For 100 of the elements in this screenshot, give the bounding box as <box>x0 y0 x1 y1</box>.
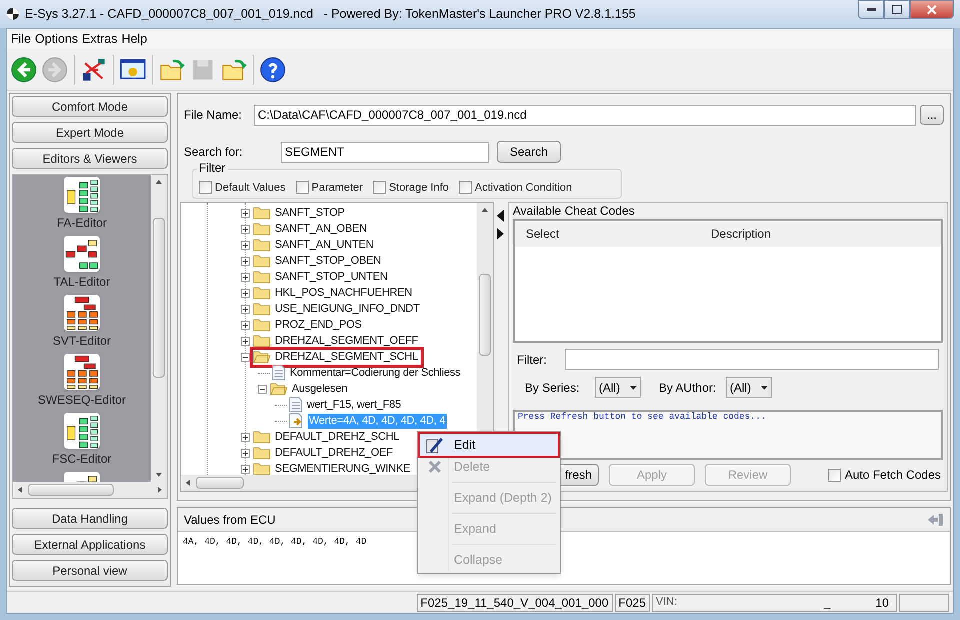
vin-value: _ <box>824 594 831 612</box>
scroll-left-arrow[interactable] <box>184 479 192 487</box>
scroll-right-arrow[interactable] <box>156 486 164 494</box>
scroll-left-arrow[interactable] <box>16 486 24 494</box>
editor-icon[interactable] <box>64 413 100 449</box>
minimize-button[interactable] <box>858 0 884 19</box>
browse-button[interactable]: ... <box>920 105 944 125</box>
tree-item[interactable]: DREHZAL_SEGMENT_OEFF <box>274 334 420 348</box>
tree-item[interactable]: USE_NEIGUNG_INFO_DNDT <box>274 302 421 316</box>
tree-item[interactable]: SEGMENTIERUNG_WINKE <box>274 462 412 475</box>
column-header[interactable]: Description <box>711 225 772 243</box>
editor-icon[interactable] <box>64 177 100 213</box>
menu-item[interactable]: Extras <box>80 30 120 48</box>
tree-item[interactable]: SANFT_AN_UNTEN <box>274 238 375 252</box>
menu-item[interactable]: Edit <box>420 434 558 456</box>
scrollbar-thumb[interactable] <box>28 484 114 496</box>
nav-button[interactable]: Personal view <box>12 560 168 581</box>
expand-toggle[interactable] <box>241 432 250 442</box>
expand-toggle[interactable] <box>241 336 250 346</box>
checkbox-label[interactable]: Activation Condition <box>475 180 572 196</box>
checkbox[interactable] <box>828 468 841 482</box>
scroll-up-arrow[interactable] <box>481 206 489 214</box>
series-dropdown[interactable]: (All) <box>595 377 641 398</box>
help-icon[interactable] <box>258 54 288 84</box>
menu-item[interactable]: Help <box>120 30 150 48</box>
scrollbar-thumb[interactable] <box>479 274 491 356</box>
author-dropdown[interactable]: (All) <box>726 377 772 398</box>
editor-label[interactable]: TAL-Editor <box>54 275 110 289</box>
panel-title: Available Cheat Codes <box>513 203 636 219</box>
tree-item[interactable]: DEFAULT_DREHZ_SCHL <box>274 430 401 444</box>
scrollbar-thumb[interactable] <box>196 477 244 489</box>
maximize-button[interactable] <box>884 0 910 19</box>
tree-item[interactable]: Ausgelesen <box>291 382 348 396</box>
collapse-toggle[interactable] <box>241 352 250 362</box>
tree-item[interactable]: HKL_POS_NACHFUEHREN <box>274 286 414 300</box>
expand-toggle[interactable] <box>241 256 250 266</box>
menu-item[interactable]: File <box>9 30 34 48</box>
expand-toggle[interactable] <box>241 224 250 234</box>
field-label: By Series: <box>525 380 581 396</box>
search-button[interactable]: Search <box>497 141 561 163</box>
editor-label[interactable]: SVT-Editor <box>52 334 112 348</box>
tree-item[interactable]: PROZ_END_POS <box>274 318 363 332</box>
editor-label[interactable]: SWESEQ-Editor <box>38 393 126 407</box>
expand-toggle[interactable] <box>241 304 250 314</box>
column-header[interactable]: Select <box>526 225 711 243</box>
vin-count: 10 <box>876 594 889 612</box>
tree-item[interactable]: SANFT_AN_OBEN <box>274 222 368 236</box>
expand-toggle[interactable] <box>241 320 250 330</box>
folder-icon <box>253 206 271 220</box>
nav-button[interactable]: Editors & Viewers <box>12 148 168 169</box>
expand-toggle[interactable] <box>241 208 250 218</box>
document-icon <box>289 397 303 413</box>
scroll-up-arrow[interactable] <box>155 178 163 186</box>
checkbox[interactable] <box>296 181 309 194</box>
checkbox[interactable] <box>199 181 212 194</box>
field-label: Filter: <box>517 352 548 368</box>
editor-icon[interactable] <box>64 354 100 390</box>
collapse-left-icon[interactable] <box>497 210 505 222</box>
maximize-icon <box>892 5 902 14</box>
close-button[interactable] <box>910 0 954 19</box>
tree-item[interactable]: Kommentar=Codierung der Schliess <box>289 366 462 380</box>
scrollbar-thumb[interactable] <box>153 218 165 378</box>
collapse-toggle[interactable] <box>258 384 267 394</box>
menu-item[interactable]: Options <box>33 30 80 48</box>
expand-toggle[interactable] <box>241 272 250 282</box>
nav-button[interactable]: Data Handling <box>12 508 168 529</box>
tree-item[interactable]: SANFT_STOP <box>274 206 346 220</box>
editor-icon[interactable] <box>64 236 100 272</box>
nav-button[interactable]: External Applications <box>12 534 168 555</box>
scroll-down-arrow[interactable] <box>155 471 163 479</box>
editor-label[interactable]: FA-Editor <box>56 216 107 230</box>
checkbox-label[interactable]: Parameter <box>312 180 364 196</box>
nav-button[interactable]: Comfort Mode <box>12 96 168 117</box>
folder-icon <box>253 446 271 460</box>
file-name-field[interactable]: C:\Data\CAF\CAFD_000007C8_007_001_019.ncd <box>254 104 916 126</box>
tree-item[interactable]: DREHZAL_SEGMENT_SCHL <box>274 350 420 364</box>
checkbox-label[interactable]: Storage Info <box>389 180 450 196</box>
expand-toggle[interactable] <box>241 464 250 474</box>
checkbox-label[interactable]: Default Values <box>215 180 286 196</box>
tree-item[interactable]: wert_F15, wert_F85 <box>306 398 402 412</box>
tree-item[interactable]: SANFT_STOP_UNTEN <box>274 270 389 284</box>
search-field[interactable]: SEGMENT <box>281 142 489 162</box>
tree-item[interactable]: DEFAULT_DREHZ_OEF <box>274 446 394 460</box>
expand-right-icon[interactable] <box>497 228 505 240</box>
editor-icon[interactable] <box>64 295 100 331</box>
back-arrow-icon[interactable] <box>9 54 39 84</box>
app-logo-icon <box>6 7 20 21</box>
expand-toggle[interactable] <box>241 288 250 298</box>
expand-toggle[interactable] <box>241 240 250 250</box>
filter-field[interactable] <box>565 349 939 370</box>
vin-label: VIN: <box>656 595 678 610</box>
folder-icon <box>253 270 271 284</box>
checkbox[interactable] <box>459 181 472 194</box>
checkbox-label[interactable]: Auto Fetch Codes <box>844 466 941 484</box>
expand-toggle[interactable] <box>241 448 250 458</box>
checkbox[interactable] <box>373 181 386 194</box>
editor-label[interactable]: FSC-Editor <box>52 452 112 466</box>
tree-item[interactable]: SANFT_STOP_OBEN <box>274 254 382 268</box>
status-field: F025 <box>614 594 650 612</box>
nav-button[interactable]: Expert Mode <box>12 122 168 143</box>
